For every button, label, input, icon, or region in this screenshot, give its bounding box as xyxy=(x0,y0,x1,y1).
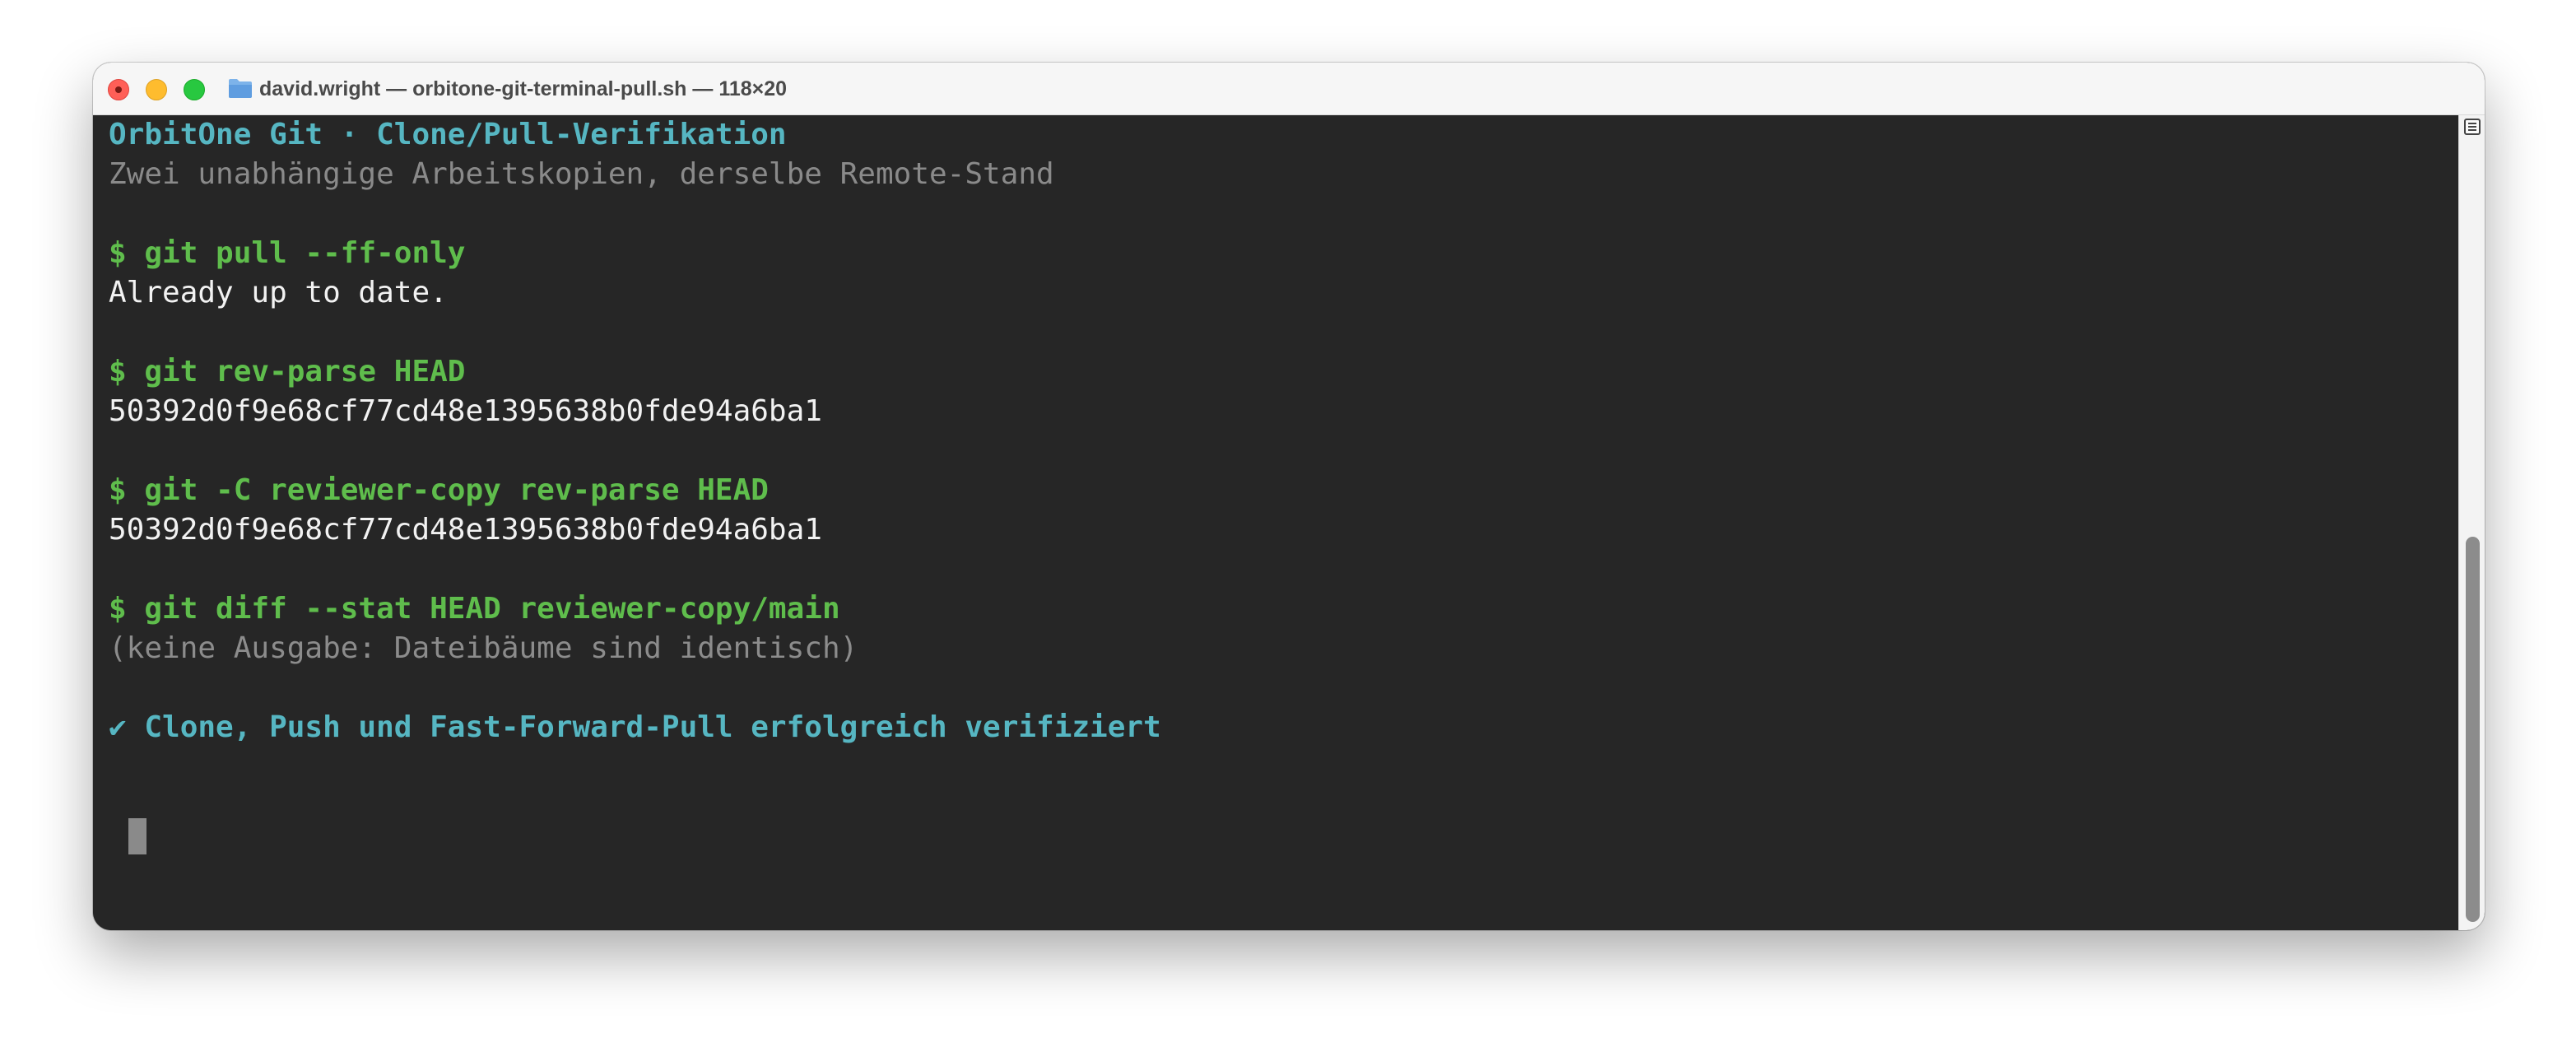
success-message: ✔ Clone, Push und Fast-Forward-Pull erfo… xyxy=(109,710,1161,744)
title-bar[interactable]: david.wright — orbitone-git-terminal-pul… xyxy=(93,63,2485,115)
command-output: 50392d0f9e68cf77cd48e1395638b0fde94a6ba1 xyxy=(109,513,822,547)
command-line: $ git pull --ff-only xyxy=(109,236,466,270)
scrollbar[interactable] xyxy=(2458,115,2485,930)
text-cursor xyxy=(128,818,146,854)
terminal-subheading: Zwei unabhängige Arbeitskopien, derselbe… xyxy=(109,157,1054,191)
command-output: (keine Ausgabe: Dateibäume sind identisc… xyxy=(109,631,858,665)
command-output: Already up to date. xyxy=(109,276,448,310)
command-line: $ git -C reviewer-copy rev-parse HEAD xyxy=(109,473,769,507)
scrollbar-thumb[interactable] xyxy=(2466,537,2480,922)
close-icon[interactable] xyxy=(108,79,129,100)
minimize-icon[interactable] xyxy=(146,79,167,100)
command-line: $ git diff --stat HEAD reviewer-copy/mai… xyxy=(109,592,840,626)
zoom-icon[interactable] xyxy=(184,79,205,100)
folder-icon xyxy=(229,79,252,98)
close-glyph xyxy=(115,86,122,93)
command-line: $ git rev-parse HEAD xyxy=(109,355,466,389)
command-output: 50392d0f9e68cf77cd48e1395638b0fde94a6ba1 xyxy=(109,394,822,428)
window-title: david.wright — orbitone-git-terminal-pul… xyxy=(259,77,788,100)
terminal-window: david.wright — orbitone-git-terminal-pul… xyxy=(93,63,2485,930)
terminal-content[interactable]: OrbitOne Git · Clone/Pull-Verifikation Z… xyxy=(93,115,2458,930)
scrollbar-menu-icon[interactable] xyxy=(2464,119,2481,135)
terminal-heading: OrbitOne Git · Clone/Pull-Verifikation xyxy=(109,118,787,151)
